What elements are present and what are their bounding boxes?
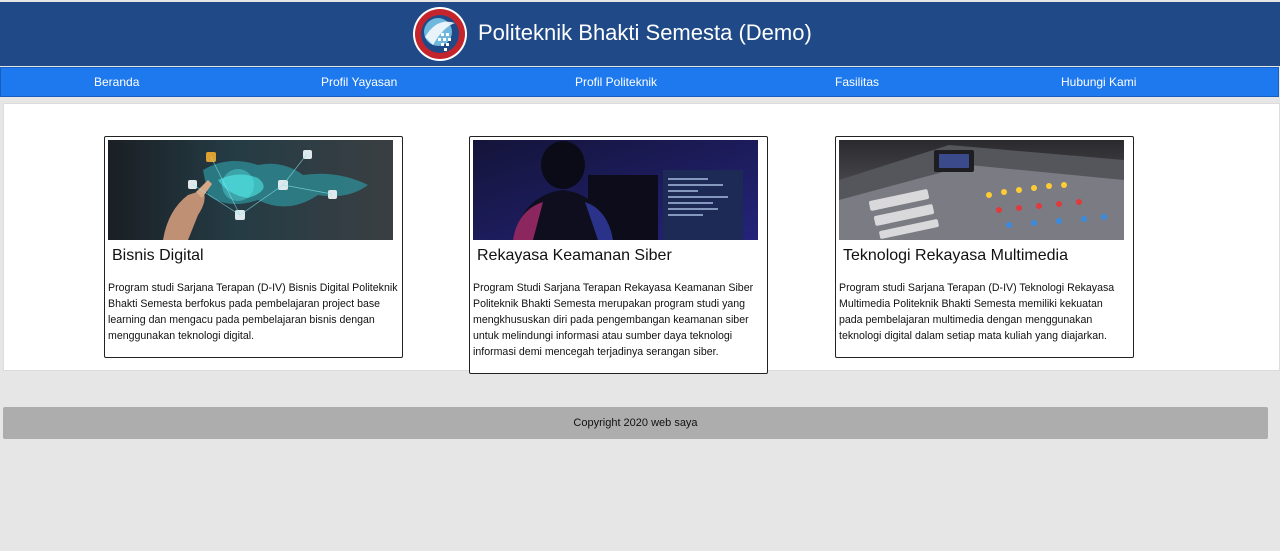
college-logo-icon[interactable] — [411, 5, 469, 63]
site-footer: Copyright 2020 web saya — [3, 407, 1268, 439]
copyright-text: Copyright 2020 web saya — [573, 417, 698, 429]
nav-item-hubungi-kami[interactable]: Hubungi Kami — [1061, 75, 1136, 89]
card-bisnis-digital[interactable]: Bisnis Digital Program studi Sarjana Ter… — [104, 136, 403, 358]
nav-item-profil-politeknik[interactable]: Profil Politeknik — [575, 75, 657, 89]
card-title: Teknologi Rekayasa Multimedia — [843, 247, 1068, 264]
nav-item-fasilitas[interactable]: Fasilitas — [835, 75, 879, 89]
card-title: Bisnis Digital — [112, 247, 204, 264]
card-rekayasa-keamanan-siber[interactable]: Rekayasa Keamanan Siber Program Studi Sa… — [469, 136, 768, 374]
card-description: Program studi Sarjana Terapan (D-IV) Bis… — [108, 282, 398, 342]
card-title: Rekayasa Keamanan Siber — [477, 247, 672, 264]
card-description: Program studi Sarjana Terapan (D-IV) Tek… — [839, 282, 1115, 342]
cyber-security-monitor-image — [473, 140, 758, 240]
nav-item-profil-yayasan[interactable]: Profil Yayasan — [321, 75, 397, 89]
card-teknologi-rekayasa-multimedia[interactable]: Teknologi Rekayasa Multimedia Program st… — [835, 136, 1134, 358]
site-title: Politeknik Bhakti Semesta (Demo) — [478, 20, 812, 45]
audio-mixer-console-image — [839, 140, 1124, 240]
site-header: Politeknik Bhakti Semesta (Demo) — [0, 2, 1280, 66]
main-nav: Beranda Profil Yayasan Profil Politeknik… — [0, 67, 1279, 97]
digital-business-world-map-image — [108, 140, 393, 240]
nav-item-beranda[interactable]: Beranda — [94, 75, 139, 89]
card-description: Program Studi Sarjana Terapan Rekayasa K… — [473, 282, 754, 358]
